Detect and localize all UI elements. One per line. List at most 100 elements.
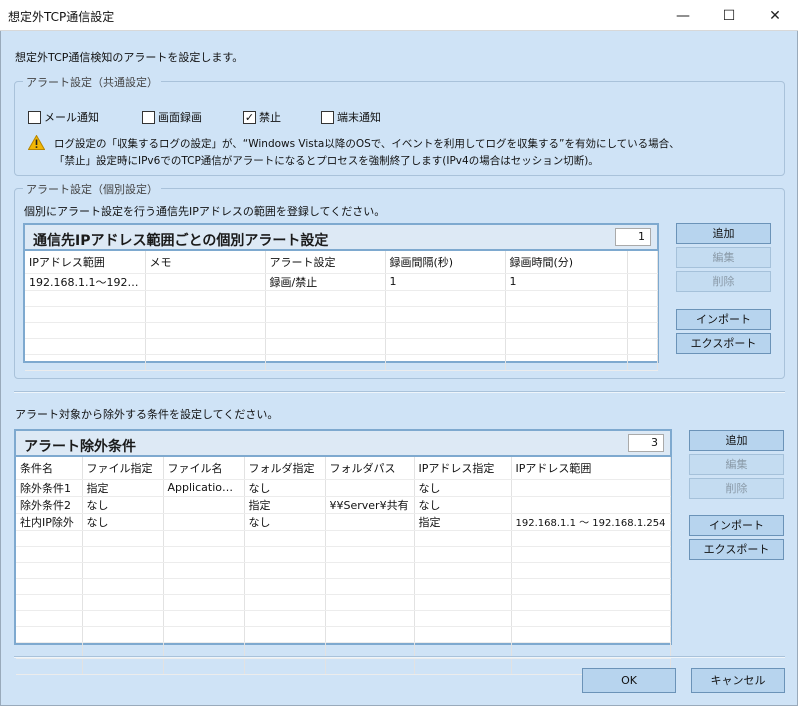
table-row-empty bbox=[16, 546, 671, 563]
table-row-empty bbox=[16, 594, 671, 611]
checkbox-terminal-notify[interactable]: 端末通知 bbox=[321, 109, 381, 125]
minimize-button[interactable]: — bbox=[660, 0, 706, 31]
individual-import-button[interactable]: インポート bbox=[676, 309, 771, 330]
column-header[interactable]: 録画時間(分) bbox=[505, 251, 628, 274]
table-cell: なし bbox=[414, 479, 512, 497]
exclude-panel-header: アラート除外条件 3 bbox=[16, 431, 670, 457]
individual-table[interactable]: IPアドレス範囲 メモ アラート設定 録画間隔(秒) 録画時間(分) 192.1… bbox=[25, 251, 658, 371]
exclude-table[interactable]: 条件名 ファイル指定 ファイル名 フォルダ指定 フォルダパス IPアドレス指定 … bbox=[16, 457, 671, 675]
individual-export-button[interactable]: エクスポート bbox=[676, 333, 771, 354]
close-icon: ✕ bbox=[769, 7, 781, 24]
exclude-count: 3 bbox=[628, 434, 664, 452]
table-cell: 1 bbox=[385, 273, 506, 291]
common-settings-group: アラート設定（共通設定） メール通知 画面録画 ✓ 禁止 端末通知 ログ設定の「… bbox=[14, 74, 785, 176]
table-cell bbox=[163, 496, 245, 514]
column-header[interactable]: アラート設定 bbox=[265, 251, 386, 274]
table-cell: 指定 bbox=[244, 496, 326, 514]
checkbox-label: メール通知 bbox=[44, 111, 99, 124]
table-row[interactable]: 除外条件2 なし 指定 ¥¥Server¥共有 なし bbox=[16, 496, 671, 514]
table-row-empty bbox=[25, 306, 658, 323]
column-header[interactable]: 録画間隔(秒) bbox=[385, 251, 506, 274]
individual-description: 個別にアラート設定を行う通信先IPアドレスの範囲を登録してください。 bbox=[24, 205, 386, 218]
table-cell bbox=[511, 479, 671, 497]
window-title: 想定外TCP通信設定 bbox=[8, 10, 115, 24]
individual-settings-group: アラート設定（個別設定） 個別にアラート設定を行う通信先IPアドレスの範囲を登録… bbox=[14, 181, 785, 379]
table-row[interactable]: 192.168.1.1～192.168… 録画/禁止 1 1 bbox=[25, 273, 658, 291]
table-cell: 1 bbox=[505, 273, 628, 291]
table-cell bbox=[627, 273, 658, 291]
table-cell: なし bbox=[244, 513, 326, 531]
table-cell: 社内IP除外 bbox=[16, 513, 83, 531]
individual-panel-header: 通信先IPアドレス範囲ごとの個別アラート設定 1 bbox=[25, 225, 657, 251]
exclude-panel-title: アラート除外条件 bbox=[24, 439, 136, 455]
table-header-row: 条件名 ファイル指定 ファイル名 フォルダ指定 フォルダパス IPアドレス指定 … bbox=[16, 457, 671, 480]
table-cell: 指定 bbox=[414, 513, 512, 531]
dialog-body: 想定外TCP通信検知のアラートを設定します。 アラート設定（共通設定） メール通… bbox=[0, 31, 798, 706]
individual-edit-button[interactable]: 編集 bbox=[676, 247, 771, 268]
warning-line-2: 「禁止」設定時にIPv6でのTCP通信がアラートになるとプロセスを強制終了します… bbox=[54, 155, 599, 167]
exclude-delete-button[interactable]: 削除 bbox=[689, 478, 784, 499]
checkbox-box: ✓ bbox=[243, 110, 256, 124]
table-row-empty bbox=[16, 610, 671, 627]
individual-settings-legend: アラート設定（個別設定） bbox=[23, 181, 161, 197]
column-header[interactable]: メモ bbox=[145, 251, 266, 274]
close-button[interactable]: ✕ bbox=[752, 0, 798, 31]
table-cell: なし bbox=[244, 479, 326, 497]
ok-button[interactable]: OK bbox=[582, 668, 676, 693]
table-cell: 録画/禁止 bbox=[265, 273, 386, 291]
column-header[interactable]: IPアドレス範囲 bbox=[511, 457, 671, 480]
cancel-button[interactable]: キャンセル bbox=[691, 668, 785, 693]
maximize-icon: ☐ bbox=[722, 7, 736, 24]
warning-line-1: ログ設定の「収集するログの設定」が、“Windows Vista以降のOSで、イ… bbox=[54, 138, 680, 150]
table-cell bbox=[511, 496, 671, 514]
maximize-button[interactable]: ☐ bbox=[706, 0, 752, 31]
minimize-icon: — bbox=[676, 7, 690, 24]
individual-panel-title: 通信先IPアドレス範囲ごとの個別アラート設定 bbox=[33, 233, 329, 249]
individual-add-button[interactable]: 追加 bbox=[676, 223, 771, 244]
table-cell bbox=[325, 479, 415, 497]
separator bbox=[14, 391, 785, 393]
checkbox-box bbox=[28, 110, 41, 124]
checkbox-screen-record[interactable]: 画面録画 bbox=[142, 109, 202, 125]
table-row-empty bbox=[25, 290, 658, 307]
intro-text: 想定外TCP通信検知のアラートを設定します。 bbox=[15, 51, 244, 64]
table-cell: 指定 bbox=[82, 479, 164, 497]
individual-panel: 通信先IPアドレス範囲ごとの個別アラート設定 1 IPアドレス範囲 メモ アラー… bbox=[23, 223, 659, 371]
checkbox-label: 禁止 bbox=[259, 111, 281, 124]
warning-icon bbox=[28, 135, 45, 150]
exclude-export-button[interactable]: エクスポート bbox=[689, 539, 784, 560]
column-header[interactable]: IPアドレス範囲 bbox=[25, 251, 146, 274]
individual-delete-button[interactable]: 削除 bbox=[676, 271, 771, 292]
column-header[interactable]: フォルダパス bbox=[325, 457, 415, 480]
column-header[interactable]: ファイル名 bbox=[163, 457, 245, 480]
exclude-import-button[interactable]: インポート bbox=[689, 515, 784, 536]
exclude-edit-button[interactable]: 編集 bbox=[689, 454, 784, 475]
footer-separator bbox=[14, 656, 785, 658]
table-row[interactable]: 社内IP除外 なし なし 指定 192.168.1.1 ～ 192.168.1.… bbox=[16, 513, 671, 531]
common-settings-legend: アラート設定（共通設定） bbox=[23, 74, 161, 90]
table-cell: 除外条件2 bbox=[16, 496, 83, 514]
column-header[interactable]: IPアドレス指定 bbox=[414, 457, 512, 480]
checkbox-label: 画面録画 bbox=[158, 111, 202, 124]
checkbox-label: 端末通知 bbox=[337, 111, 381, 124]
exclude-add-button[interactable]: 追加 bbox=[689, 430, 784, 451]
table-cell: なし bbox=[414, 496, 512, 514]
table-cell: なし bbox=[82, 513, 164, 531]
checkbox-box bbox=[142, 110, 155, 124]
column-header[interactable]: ファイル指定 bbox=[82, 457, 164, 480]
exclude-panel: アラート除外条件 3 条件名 ファイル指定 ファイル名 フォルダ指定 フォルダパ… bbox=[14, 429, 672, 675]
column-header[interactable]: フォルダ指定 bbox=[244, 457, 326, 480]
table-cell bbox=[163, 513, 245, 531]
table-row-empty bbox=[25, 338, 658, 355]
checkbox-prohibit[interactable]: ✓ 禁止 bbox=[243, 109, 281, 125]
table-cell: なし bbox=[82, 496, 164, 514]
exclude-description: アラート対象から除外する条件を設定してください。 bbox=[15, 408, 279, 421]
table-row[interactable]: 除外条件1 指定 Application0… なし なし bbox=[16, 479, 671, 497]
table-row-empty bbox=[16, 530, 671, 547]
table-cell: Application0… bbox=[163, 479, 245, 497]
column-header[interactable]: 条件名 bbox=[16, 457, 83, 480]
table-row-empty bbox=[25, 354, 658, 371]
table-row-empty bbox=[16, 658, 671, 675]
checkbox-mail-notify[interactable]: メール通知 bbox=[28, 109, 99, 125]
title-bar: 想定外TCP通信設定 — ☐ ✕ bbox=[0, 0, 798, 31]
